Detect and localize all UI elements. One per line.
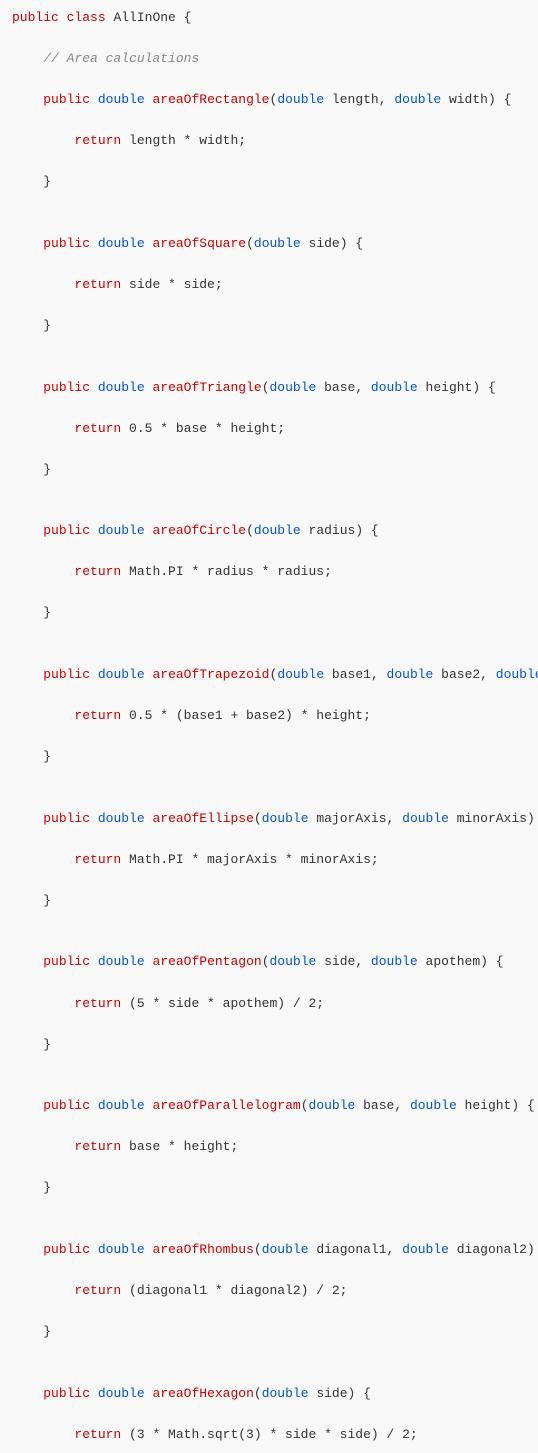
code-display: public class AllInOne { // Area calculat… [0, 0, 538, 1453]
